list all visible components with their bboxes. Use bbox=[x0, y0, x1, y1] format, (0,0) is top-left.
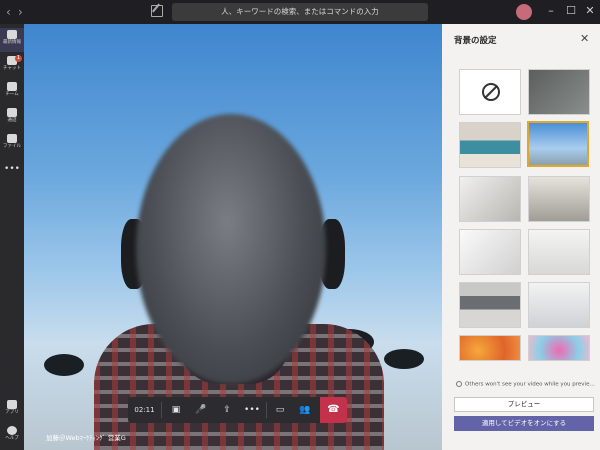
forward-arrow-icon[interactable]: › bbox=[18, 4, 23, 20]
rail-item-calls[interactable]: 通話 bbox=[0, 106, 24, 130]
rail-item-files[interactable]: ファイル bbox=[0, 132, 24, 156]
close-window-button[interactable]: ✕ bbox=[584, 4, 596, 18]
rail-item-apps[interactable]: アプリ bbox=[0, 398, 24, 422]
rail-item-help[interactable]: ヘルプ bbox=[0, 424, 24, 448]
participants-icon[interactable]: 👥 bbox=[293, 397, 317, 423]
file-icon bbox=[7, 134, 17, 143]
user-avatar[interactable] bbox=[516, 4, 532, 20]
video-preview: 加藤＠Webﾏｰｹﾃｨﾝｸﾞ 営業G bbox=[24, 24, 442, 450]
background-thumbnail-atrium[interactable] bbox=[459, 282, 521, 328]
teams-icon bbox=[7, 82, 17, 91]
more-apps-button[interactable]: ••• bbox=[0, 162, 24, 186]
rail-item-label: アプリ bbox=[5, 410, 19, 415]
divider bbox=[266, 402, 267, 418]
minimize-button[interactable]: – bbox=[545, 4, 557, 18]
preview-notice-text: Others won't see your video while you pr… bbox=[465, 381, 595, 388]
apply-and-turn-on-video-button[interactable]: 適用してビデオをオンにする bbox=[454, 416, 594, 431]
background-thumbnail-office[interactable] bbox=[459, 122, 521, 168]
background-thumbnail-beach-selected[interactable] bbox=[527, 121, 589, 167]
rail-item-chat[interactable]: チャット 1 bbox=[0, 54, 24, 78]
divider bbox=[161, 402, 162, 418]
app-rail: 最新情報 チャット 1 チーム 通話 ファイル ••• アプリ ヘルプ bbox=[0, 24, 24, 450]
call-controls: 02:11 ▣ 🎤 ⇪ ••• ▭ 👥 ☎ bbox=[128, 397, 347, 423]
close-panel-button[interactable]: ✕ bbox=[580, 32, 589, 45]
back-arrow-icon[interactable]: ‹ bbox=[6, 4, 11, 20]
preview-button[interactable]: プレビュー bbox=[454, 397, 594, 412]
chat-toggle-icon[interactable]: ▭ bbox=[268, 397, 292, 423]
rail-item-label: 通話 bbox=[7, 118, 17, 123]
info-icon bbox=[456, 381, 462, 387]
rail-item-label: ヘルプ bbox=[5, 436, 19, 441]
background-thumbnail-loft[interactable] bbox=[459, 176, 521, 222]
microphone-icon[interactable]: 🎤 bbox=[189, 397, 213, 423]
background-thumbnail-studio[interactable] bbox=[528, 176, 590, 222]
more-icon: ••• bbox=[4, 164, 20, 174]
rail-item-teams[interactable]: チーム bbox=[0, 80, 24, 104]
preview-notice: Others won't see your video while you pr… bbox=[456, 381, 596, 388]
background-thumbnail-hall[interactable] bbox=[528, 282, 590, 328]
share-screen-icon[interactable]: ⇪ bbox=[215, 397, 239, 423]
blurred-face bbox=[136, 114, 326, 384]
no-background-icon bbox=[482, 83, 500, 101]
background-thumbnail-orange-balls[interactable] bbox=[459, 335, 521, 361]
search-input[interactable]: 人、キーワードの検索、またはコマンドの入力 bbox=[172, 3, 428, 21]
palm-tree bbox=[384, 349, 424, 369]
palm-tree bbox=[44, 354, 84, 376]
background-blur-option[interactable] bbox=[528, 69, 590, 115]
participant-name: 加藤＠Webﾏｰｹﾃｨﾝｸﾞ 営業G bbox=[46, 434, 126, 442]
rail-item-activity[interactable]: 最新情報 bbox=[0, 28, 24, 52]
help-icon bbox=[7, 426, 17, 435]
compose-icon[interactable] bbox=[151, 5, 163, 17]
rail-item-label: チャット bbox=[3, 66, 21, 71]
rail-item-label: チーム bbox=[5, 92, 19, 97]
more-options-icon[interactable]: ••• bbox=[240, 397, 264, 423]
rail-item-label: 最新情報 bbox=[3, 40, 21, 45]
title-bar: ‹ › 人、キーワードの検索、またはコマンドの入力 – ☐ ✕ bbox=[0, 0, 600, 24]
background-settings-panel: 背景の設定 ✕ Others won't see your video whil… bbox=[442, 24, 600, 450]
background-thumbnail-white-room[interactable] bbox=[459, 229, 521, 275]
background-none-option[interactable] bbox=[459, 69, 521, 115]
bell-icon bbox=[7, 30, 17, 39]
phone-icon bbox=[7, 108, 17, 117]
camera-icon[interactable]: ▣ bbox=[164, 397, 188, 423]
panel-title: 背景の設定 bbox=[454, 36, 497, 46]
unread-badge: 1 bbox=[15, 55, 22, 62]
apps-icon bbox=[7, 400, 17, 409]
background-thumbnail-balloons[interactable] bbox=[528, 335, 590, 361]
hang-up-button[interactable]: ☎ bbox=[320, 397, 347, 423]
maximize-button[interactable]: ☐ bbox=[565, 4, 577, 18]
background-thumbnail-gallery[interactable] bbox=[528, 229, 590, 275]
call-timer: 02:11 bbox=[134, 406, 155, 414]
rail-item-label: ファイル bbox=[3, 144, 21, 149]
